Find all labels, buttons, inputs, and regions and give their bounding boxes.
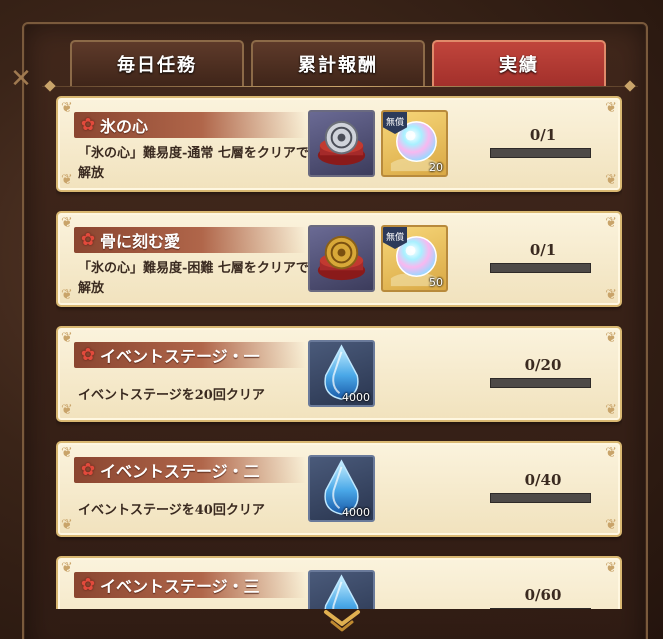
reward-item[interactable]: [308, 110, 375, 177]
progress-bar: [490, 608, 591, 609]
side-ornament-icon: ✕: [10, 64, 32, 94]
corner-ornament-icon: ❦: [605, 445, 617, 461]
achievement-title-bar: ✿ イベントステージ・一: [74, 342, 306, 368]
progress-bar: [490, 148, 591, 158]
progress-bar: [490, 493, 591, 503]
progress-text: 0/40: [524, 471, 562, 489]
achievement-card[interactable]: ❦ ❦ ❦ ❦ ✿ イベントステージ・一 イベントステージを20回クリア 4000 0/20: [56, 326, 622, 422]
corner-ornament-icon: ❦: [605, 172, 617, 188]
achievement-list[interactable]: ❦ ❦ ❦ ❦ ✿ 氷の心 「氷の心」難易度-通常 七層をクリアで解放 無償 20 0/1 ❦ ❦ ❦ ❦…: [56, 96, 622, 609]
achievement-title-bar: ✿ イベントステージ・三: [74, 572, 306, 598]
corner-ornament-icon: ❦: [61, 402, 73, 418]
corner-ornament-icon: ❦: [605, 330, 617, 346]
corner-ornament-icon: ❦: [61, 172, 73, 188]
achievement-title: イベントステージ・二: [100, 462, 260, 481]
tab-label: 累計報酬: [298, 55, 378, 76]
corner-ornament-icon: ❦: [61, 100, 73, 116]
reward-items: [308, 570, 375, 609]
achievement-card[interactable]: ❦ ❦ ❦ ❦ ✿ 氷の心 「氷の心」難易度-通常 七層をクリアで解放 無償 20 0/1: [56, 96, 622, 192]
tab-daily-tasks[interactable]: 毎日任務: [70, 40, 244, 86]
achievement-card[interactable]: ❦ ❦ ❦ ❦ ✿ 骨に刻む愛 「氷の心」難易度-困難 七層をクリアで解放 無償 50 0/1: [56, 211, 622, 307]
reward-item[interactable]: 無償 50: [381, 225, 448, 292]
reward-quantity: 50: [429, 276, 443, 289]
achievement-description: 「氷の心」難易度-通常 七層をクリアで解放: [78, 146, 309, 181]
progress-text: 0/1: [529, 241, 557, 259]
reward-quantity: 20: [429, 161, 443, 174]
achievement-title-bar: ✿ イベントステージ・二: [74, 457, 306, 483]
achievement-description: 「氷の心」難易度-困難 七層をクリアで解放: [78, 261, 309, 296]
corner-ornament-icon: ❦: [605, 560, 617, 576]
tab-cumulative-rewards[interactable]: 累計報酬: [251, 40, 425, 86]
blue-droplet-icon: [324, 574, 359, 609]
achievement-title-bar: ✿ 氷の心: [74, 112, 306, 138]
scroll-down-icon[interactable]: [322, 608, 362, 634]
reward-item[interactable]: [308, 225, 375, 292]
corner-ornament-icon: ❦: [61, 517, 73, 533]
reward-quantity: 4000: [342, 506, 370, 519]
corner-ornament-icon: ❦: [61, 287, 73, 303]
white-crest-item-icon: [317, 120, 366, 166]
corner-ornament-icon: ❦: [61, 215, 73, 231]
tab-achievements[interactable]: 実績: [432, 40, 606, 86]
reward-items: 4000: [308, 340, 375, 410]
reward-item[interactable]: 無償 20: [381, 110, 448, 177]
reward-items: 無償 50: [308, 225, 448, 295]
corner-ornament-icon: ❦: [61, 330, 73, 346]
achievement-title: 氷の心: [100, 117, 149, 136]
progress-bar: [490, 263, 591, 273]
reward-item[interactable]: [308, 570, 375, 609]
corner-ornament-icon: ❦: [605, 215, 617, 231]
achievement-description: イベントステージを40回クリア: [78, 503, 265, 518]
tab-label: 毎日任務: [117, 55, 197, 76]
reward-item[interactable]: 4000: [308, 455, 375, 522]
achievement-title: イベントステージ・三: [100, 577, 260, 596]
achievement-card[interactable]: ❦ ❦ ❦ ❦ ✿ イベントステージ・二 イベントステージを40回クリア 4000 0/40: [56, 441, 622, 537]
reward-items: 4000: [308, 455, 375, 525]
corner-ornament-icon: ❦: [605, 100, 617, 116]
progress-bar: [490, 378, 591, 388]
achievement-title-bar: ✿ 骨に刻む愛: [74, 227, 306, 253]
achievement-card[interactable]: ❦❦❦❦✿イベントステージ・三0/60: [56, 556, 622, 609]
flower-icon: ✿: [80, 345, 96, 365]
achievement-title: 骨に刻む愛: [100, 232, 181, 251]
reward-item[interactable]: 4000: [308, 340, 375, 407]
flower-icon: ✿: [80, 460, 96, 480]
corner-ornament-icon: ❦: [605, 517, 617, 533]
corner-ornament-icon: ❦: [605, 287, 617, 303]
progress-text: 0/60: [524, 586, 562, 604]
flower-icon: ✿: [80, 115, 96, 135]
corner-ornament-icon: ❦: [605, 402, 617, 418]
tab-label: 実績: [499, 55, 539, 76]
tab-divider: [42, 86, 638, 87]
progress-text: 0/20: [524, 356, 562, 374]
reward-quantity: 4000: [342, 391, 370, 404]
tab-bar: 毎日任務 累計報酬 実績: [70, 40, 610, 86]
corner-ornament-icon: ❦: [61, 445, 73, 461]
flower-icon: ✿: [80, 230, 96, 250]
reward-items: 無償 20: [308, 110, 448, 180]
corner-ornament-icon: ❦: [61, 560, 73, 576]
gold-crest-item-icon: [317, 235, 366, 281]
progress-text: 0/1: [529, 126, 557, 144]
flower-icon: ✿: [80, 575, 96, 595]
achievement-description: イベントステージを20回クリア: [78, 388, 265, 403]
achievement-title: イベントステージ・一: [100, 347, 260, 366]
